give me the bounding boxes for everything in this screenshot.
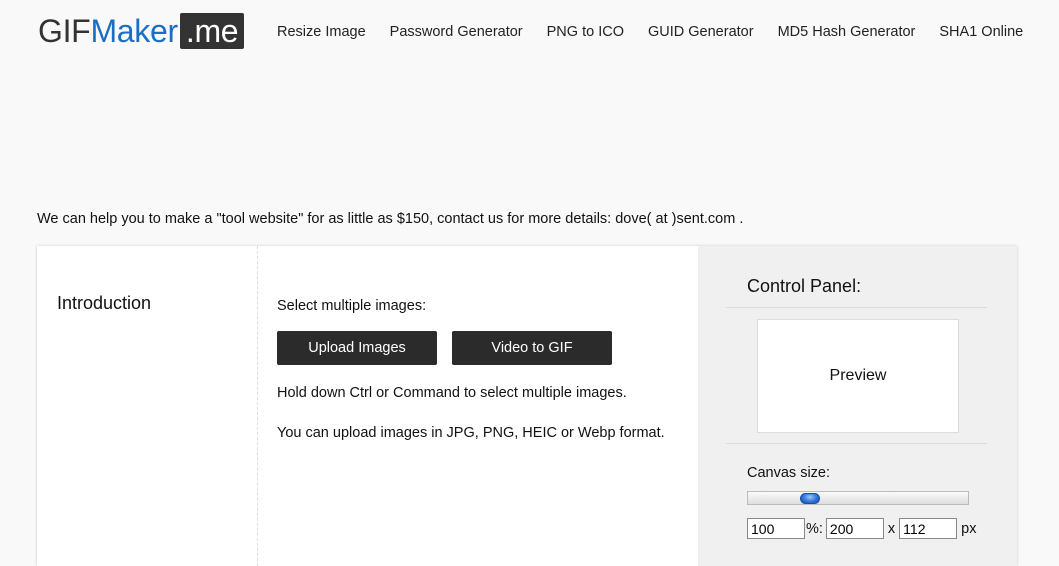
intro-column: Introduction	[37, 246, 258, 566]
preview-box: Preview	[757, 319, 959, 433]
upload-column: Select multiple images: Upload Images Vi…	[258, 246, 698, 566]
preview-label: Preview	[829, 367, 887, 384]
nav-link-md5-hash-generator[interactable]: MD5 Hash Generator	[778, 24, 916, 40]
top-nav: Resize Image Password Generator PNG to I…	[277, 24, 1047, 40]
nav-link-sha1-online[interactable]: SHA1 Online	[939, 24, 1023, 40]
formats-hint: You can upload images in JPG, PNG, HEIC …	[277, 425, 665, 441]
canvas-size-slider[interactable]	[747, 491, 969, 505]
multi-select-hint: Hold down Ctrl or Command to select mult…	[277, 385, 627, 401]
nav-link-guid-generator[interactable]: GUID Generator	[648, 24, 754, 40]
nav-link-password-generator[interactable]: Password Generator	[390, 24, 523, 40]
logo-text-maker: Maker	[90, 13, 178, 49]
control-panel: Control Panel: Preview Canvas size: %: x…	[698, 246, 1017, 566]
control-panel-title: Control Panel:	[747, 276, 862, 296]
nav-link-png-to-ico[interactable]: PNG to ICO	[547, 24, 624, 40]
video-to-gif-button[interactable]: Video to GIF	[452, 331, 612, 365]
nav-link-resize-image[interactable]: Resize Image	[277, 24, 366, 40]
canvas-size-fields: %: x px	[747, 518, 981, 539]
divider	[726, 443, 987, 444]
logo-text-me: .me	[179, 13, 245, 49]
times-symbol: x	[887, 520, 896, 537]
slider-handle[interactable]	[799, 493, 820, 504]
percent-symbol: %:	[806, 520, 823, 537]
upload-images-button[interactable]: Upload Images	[277, 331, 437, 365]
main-panel: Introduction Select multiple images: Upl…	[37, 246, 1017, 566]
select-images-label: Select multiple images:	[277, 298, 427, 314]
width-input[interactable]	[825, 518, 884, 539]
intro-title: Introduction	[57, 293, 152, 313]
logo-text-gif: GIF	[38, 13, 91, 49]
canvas-size-label: Canvas size:	[747, 465, 831, 481]
divider	[726, 307, 987, 308]
site-logo[interactable]: GIFMaker .me	[38, 13, 245, 49]
promo-text: We can help you to make a "tool website"…	[37, 211, 744, 227]
unit-label: px	[961, 520, 977, 537]
percent-input[interactable]	[747, 518, 805, 539]
height-input[interactable]	[899, 518, 958, 539]
